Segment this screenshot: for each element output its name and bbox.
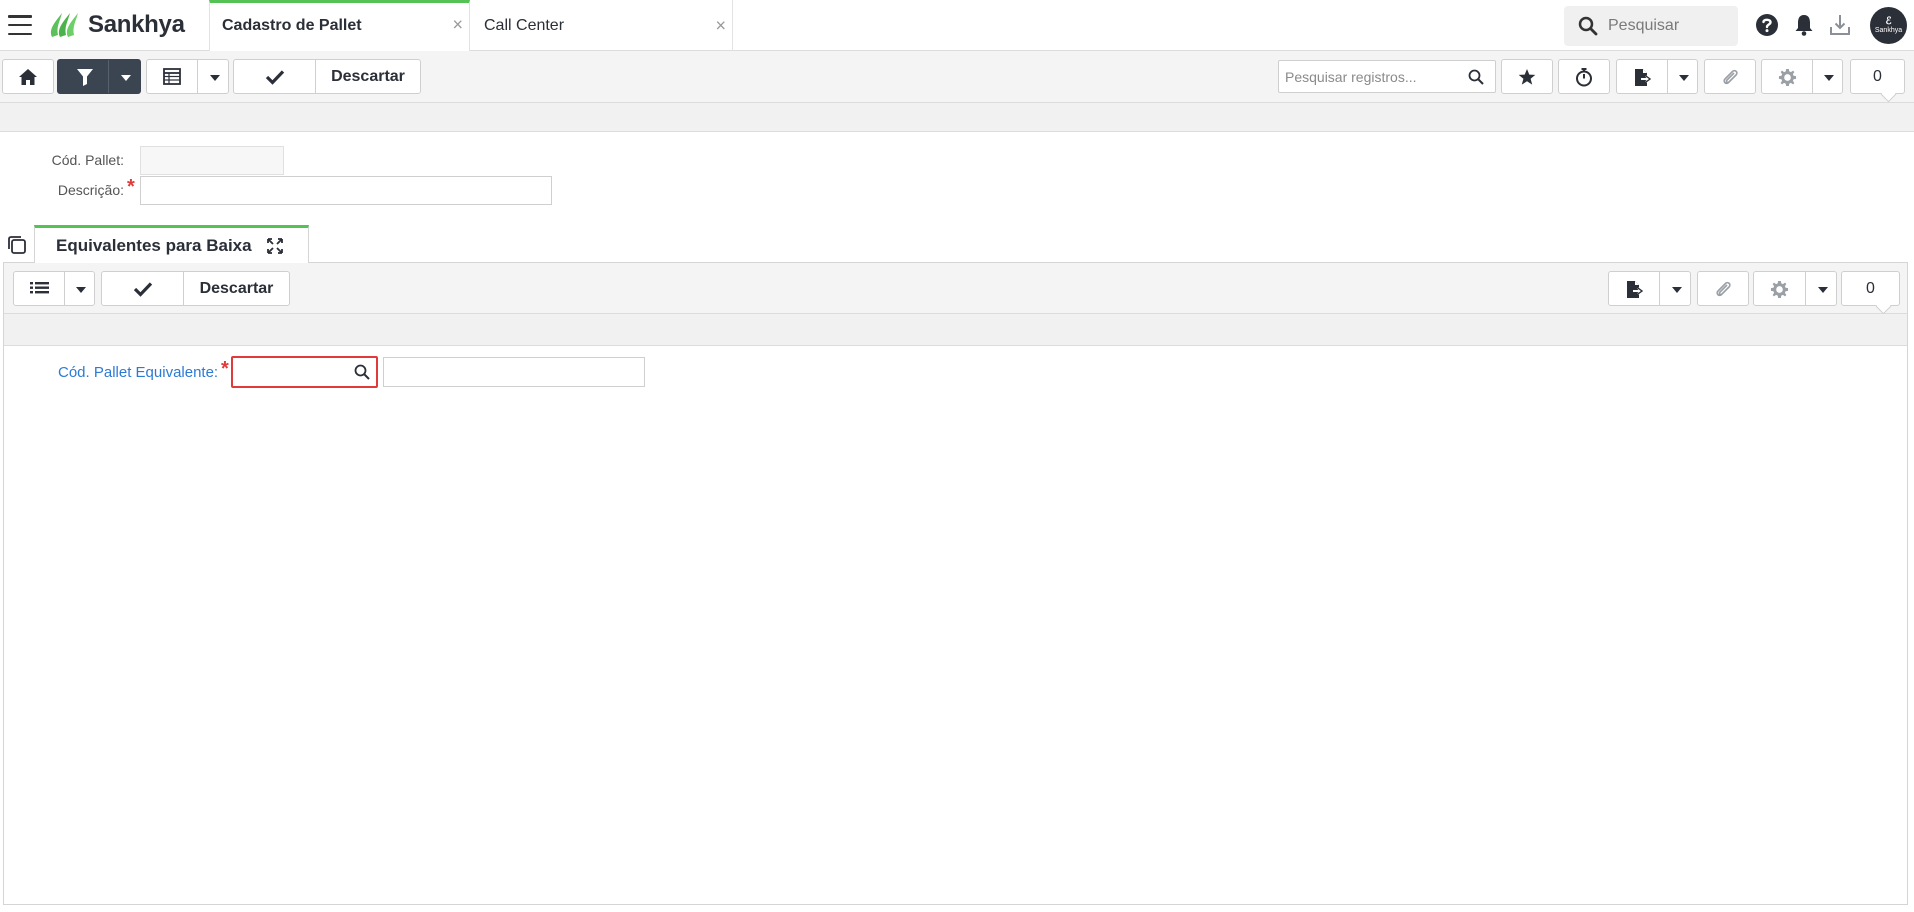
close-icon[interactable]: ×: [452, 15, 463, 36]
pallet-description-field[interactable]: [383, 357, 645, 387]
cod-pallet-field[interactable]: [140, 146, 284, 175]
grid-icon: [163, 68, 181, 85]
discard-button[interactable]: Descartar: [316, 60, 420, 93]
chevron-down-icon[interactable]: [1672, 287, 1682, 293]
brand-logo[interactable]: Sankhya: [46, 9, 185, 41]
chevron-down-icon[interactable]: [121, 75, 131, 81]
top-bar: Sankhya Cadastro de Pallet × Call Center…: [0, 0, 1914, 51]
sankhya-logo-icon: [50, 13, 78, 37]
chevron-down-icon[interactable]: [76, 287, 86, 293]
search-icon: [1578, 16, 1598, 36]
file-export-icon: [1627, 281, 1643, 298]
gear-icon: [1770, 280, 1789, 299]
save-button[interactable]: [102, 272, 183, 305]
download-icon[interactable]: [1827, 12, 1853, 38]
chevron-down-icon[interactable]: [1824, 75, 1834, 81]
paperclip-icon: [1716, 281, 1731, 296]
descricao-label: Descrição:: [57, 182, 124, 198]
home-button[interactable]: [2, 59, 54, 94]
check-icon: [265, 69, 284, 85]
gear-icon: [1778, 68, 1797, 87]
brand-name: Sankhya: [88, 11, 185, 38]
search-icon[interactable]: [354, 364, 370, 380]
detail-status-strip: [4, 314, 1907, 346]
discard-button[interactable]: Descartar: [184, 272, 289, 305]
required-marker: *: [127, 176, 135, 198]
copy-icon[interactable]: [6, 234, 28, 256]
tab-label: Equivalentes para Baixa: [56, 235, 252, 255]
main-toolbar: Descartar Pesquisar registros... 0: [0, 51, 1914, 103]
descricao-field[interactable]: [140, 176, 552, 205]
star-icon: [1518, 68, 1536, 85]
tab-call-center[interactable]: Call Center ×: [471, 0, 733, 51]
file-export-icon: [1635, 69, 1651, 86]
discard-label: Descartar: [331, 67, 405, 85]
detail-record-counter: 0: [1841, 271, 1900, 306]
cod-pallet-label: Cód. Pallet:: [51, 152, 124, 168]
list-icon: [30, 282, 49, 294]
tab-cadastro-de-pallet[interactable]: Cadastro de Pallet ×: [209, 0, 470, 51]
chevron-down-icon[interactable]: [1818, 287, 1828, 293]
detail-save-discard-group: Descartar: [101, 271, 290, 306]
discard-label: Descartar: [199, 279, 274, 297]
filter-icon: [77, 69, 93, 86]
paperclip-icon: [1723, 69, 1738, 84]
global-search[interactable]: [1564, 6, 1738, 46]
avatar-text: Sankhya: [1874, 27, 1903, 34]
required-marker: *: [221, 358, 229, 380]
tab-label: Cadastro de Pallet: [222, 16, 362, 34]
avatar[interactable]: ℰ Sankhya: [1870, 7, 1907, 44]
check-icon: [133, 281, 152, 297]
tab-equivalentes-para-baixa[interactable]: Equivalentes para Baixa: [34, 225, 309, 263]
menu-icon[interactable]: [8, 15, 32, 35]
settings-split-button[interactable]: [1761, 59, 1843, 94]
favorite-button[interactable]: [1501, 59, 1553, 94]
save-button[interactable]: [234, 60, 315, 93]
cod-pallet-equivalente-label[interactable]: Cód. Pallet Equivalente:: [58, 364, 218, 381]
filter-split-button[interactable]: [57, 59, 141, 94]
grid-view-split-button[interactable]: [146, 59, 229, 94]
chevron-down-icon[interactable]: [1679, 75, 1689, 81]
close-icon[interactable]: ×: [715, 15, 726, 36]
status-strip: [0, 103, 1914, 132]
home-icon: [19, 68, 37, 85]
attachments-button[interactable]: [1704, 59, 1756, 94]
help-icon[interactable]: [1754, 12, 1780, 38]
detail-attachments-button[interactable]: [1697, 271, 1749, 306]
bell-icon[interactable]: [1791, 12, 1817, 38]
detail-export-split-button[interactable]: [1608, 271, 1691, 306]
stopwatch-icon: [1576, 67, 1592, 86]
records-search-input[interactable]: [1283, 67, 1468, 86]
detail-toolbar: Descartar 0: [4, 263, 1907, 314]
tab-label: Call Center: [484, 16, 565, 34]
search-icon[interactable]: [1468, 69, 1484, 85]
expand-icon[interactable]: [266, 237, 284, 255]
detail-settings-split-button[interactable]: [1753, 271, 1837, 306]
timer-button[interactable]: [1558, 59, 1610, 94]
cod-pallet-equivalente-input[interactable]: [233, 358, 353, 386]
record-counter: 0: [1850, 59, 1905, 94]
save-discard-group: Descartar: [233, 59, 421, 94]
global-search-input[interactable]: [1606, 16, 1726, 36]
list-view-split-button[interactable]: [13, 271, 95, 306]
chevron-down-icon[interactable]: [210, 75, 220, 81]
records-search[interactable]: [1278, 60, 1496, 93]
export-split-button[interactable]: [1616, 59, 1698, 94]
cod-pallet-equivalente-field[interactable]: [231, 356, 378, 388]
